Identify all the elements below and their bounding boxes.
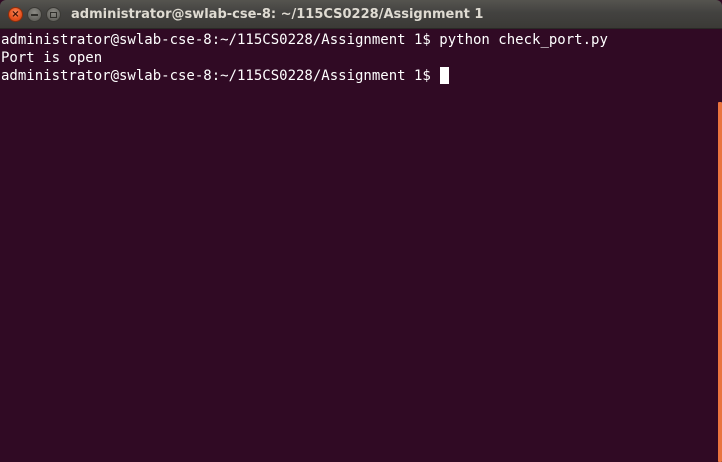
- maximize-icon: [50, 11, 57, 18]
- window-title: administrator@swlab-cse-8: ~/115CS0228/A…: [71, 7, 484, 22]
- minimize-button[interactable]: [27, 7, 42, 22]
- terminal-window: × administrator@swlab-cse-8: ~/115CS0228…: [0, 0, 722, 462]
- close-icon: ×: [11, 9, 20, 20]
- terminal-prompt-line[interactable]: administrator@swlab-cse-8:~/115CS0228/As…: [1, 67, 716, 85]
- terminal-line-output: Port is open: [1, 50, 103, 66]
- terminal-prompt: administrator@swlab-cse-8:~/115CS0228/As…: [1, 68, 440, 84]
- scrollbar[interactable]: [716, 30, 722, 462]
- maximize-button[interactable]: [46, 7, 61, 22]
- text-cursor: [440, 67, 450, 84]
- minimize-icon: [31, 13, 38, 16]
- terminal-output[interactable]: administrator@swlab-cse-8:~/115CS0228/As…: [0, 30, 716, 462]
- scrollbar-thumb[interactable]: [718, 102, 722, 462]
- terminal-line-command: administrator@swlab-cse-8:~/115CS0228/As…: [1, 32, 608, 48]
- close-button[interactable]: ×: [8, 7, 23, 22]
- title-bar[interactable]: × administrator@swlab-cse-8: ~/115CS0228…: [0, 0, 722, 29]
